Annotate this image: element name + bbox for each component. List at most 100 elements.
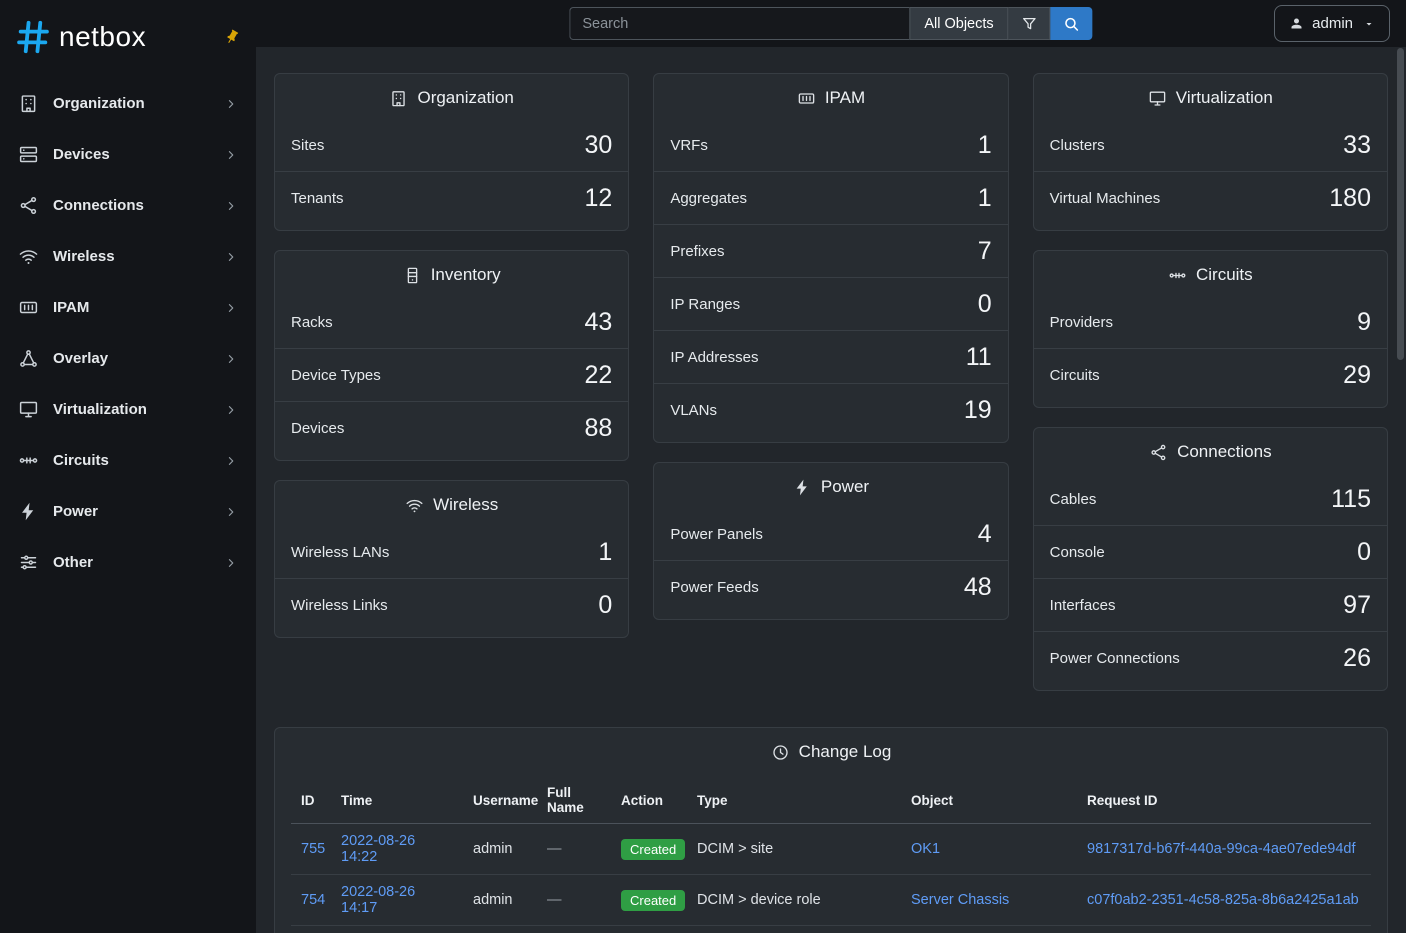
stat-row-tenants[interactable]: Tenants 12: [275, 171, 628, 224]
connections-icon: [18, 195, 39, 216]
stat-label: Tenants: [291, 190, 344, 207]
stat-row-power-connections[interactable]: Power Connections26: [1034, 631, 1387, 684]
cell-request-id: c07f0ab2-2351-4c58-825a-8b6a2425a1ab: [1077, 875, 1371, 926]
stat-value[interactable]: 115: [1331, 484, 1371, 514]
stat-row-console[interactable]: Console0: [1034, 525, 1387, 578]
stat-value[interactable]: 48: [964, 572, 992, 602]
stat-row-device-types[interactable]: Device Types22: [275, 348, 628, 401]
stat-row-sites[interactable]: Sites30: [275, 119, 628, 171]
stat-value[interactable]: 180: [1329, 183, 1371, 213]
stat-row-ip-ranges[interactable]: IP Ranges0: [654, 277, 1007, 330]
cell-request-id: 9817317d-b67f-440a-99ca-4ae07ede94df: [1077, 824, 1371, 875]
changelog-object-link[interactable]: Server Chassis: [911, 892, 1009, 908]
search-filter-button[interactable]: [1009, 7, 1051, 40]
stat-value[interactable]: 1: [598, 537, 612, 567]
stat-label: Circuits: [1050, 367, 1100, 384]
changelog-request-id-link[interactable]: 9817317d-b67f-440a-99ca-4ae07ede94df: [1087, 841, 1355, 857]
vertical-scrollbar[interactable]: [1397, 48, 1404, 360]
changelog-object-link[interactable]: OK1: [911, 841, 940, 857]
search-icon: [1063, 15, 1081, 33]
cell-full-name: —: [537, 875, 611, 926]
changelog-card: Change Log IDTimeUsernameFull NameAction…: [274, 727, 1388, 933]
search-submit-button[interactable]: [1051, 7, 1093, 40]
sidebar-item-label: Wireless: [53, 248, 210, 265]
search-scope-button[interactable]: All Objects: [909, 7, 1008, 40]
stat-row-racks[interactable]: Racks43: [275, 296, 628, 348]
stat-row-ip-addresses[interactable]: IP Addresses11: [654, 330, 1007, 383]
sidebar-item-circuits[interactable]: Circuits: [0, 435, 256, 486]
stat-row-prefixes[interactable]: Prefixes7: [654, 224, 1007, 277]
stat-row-clusters[interactable]: Clusters33: [1034, 119, 1387, 171]
sidebar-item-other[interactable]: Other: [0, 537, 256, 588]
changelog-time-link[interactable]: 2022-08-26 14:22: [341, 833, 415, 865]
stat-value[interactable]: 11: [966, 342, 992, 372]
sidebar-item-overlay[interactable]: Overlay: [0, 333, 256, 384]
sidebar-item-devices[interactable]: Devices: [0, 129, 256, 180]
changelog-time-link[interactable]: 2022-08-26 14:17: [341, 884, 415, 916]
pin-sidebar-icon[interactable]: [221, 26, 243, 48]
stat-value[interactable]: 97: [1343, 590, 1371, 620]
card-title: Wireless: [275, 481, 628, 526]
stat-row-power-feeds[interactable]: Power Feeds48: [654, 560, 1007, 613]
stat-value[interactable]: 0: [1357, 537, 1371, 567]
changelog-id-link[interactable]: 755: [301, 841, 325, 857]
brand-name[interactable]: netbox: [59, 21, 146, 53]
stat-row-virtual-machines[interactable]: Virtual Machines180: [1034, 171, 1387, 224]
global-search: All Objects: [569, 7, 1092, 40]
changelog-request-id-link[interactable]: c07f0ab2-2351-4c58-825a-8b6a2425a1ab: [1087, 892, 1359, 908]
action-badge: Created: [621, 839, 685, 860]
ipam-icon: [797, 89, 816, 108]
sidebar-item-wireless[interactable]: Wireless: [0, 231, 256, 282]
sidebar-item-organization[interactable]: Organization: [0, 78, 256, 129]
card-circuits: Circuits Providers9Circuits 29: [1033, 250, 1388, 408]
username: admin: [1312, 15, 1353, 32]
stat-row-interfaces[interactable]: Interfaces 97: [1034, 578, 1387, 631]
card-column-3: VirtualizationClusters33Virtual Machines…: [1033, 73, 1388, 691]
stat-value[interactable]: 26: [1343, 643, 1371, 673]
stat-value[interactable]: 43: [585, 307, 613, 337]
stat-row-aggregates[interactable]: Aggregates1: [654, 171, 1007, 224]
topbar: All Objects admin: [256, 0, 1406, 47]
stat-value[interactable]: 30: [585, 130, 613, 160]
sidebar-item-ipam[interactable]: IPAM: [0, 282, 256, 333]
netbox-logo-icon[interactable]: [14, 18, 52, 56]
cell-username: admin: [463, 824, 537, 875]
stat-value[interactable]: 12: [585, 183, 613, 213]
user-menu-button[interactable]: admin: [1274, 5, 1390, 42]
sidebar-item-power[interactable]: Power: [0, 486, 256, 537]
stat-value[interactable]: 19: [964, 395, 992, 425]
stat-value[interactable]: 22: [585, 360, 613, 390]
stat-value[interactable]: 1: [978, 183, 992, 213]
stat-row-providers[interactable]: Providers9: [1034, 296, 1387, 348]
stat-value[interactable]: 7: [978, 236, 992, 266]
connections-icon: [1149, 443, 1168, 462]
stat-row-vrfs[interactable]: VRFs1: [654, 119, 1007, 171]
stat-row-vlans[interactable]: VLANs19: [654, 383, 1007, 436]
stat-label: Interfaces: [1050, 597, 1116, 614]
building-icon: [18, 93, 39, 114]
cell-time: 2022-08-26 14:15: [331, 926, 463, 933]
cell-type: DCIM > device role: [687, 875, 901, 926]
stat-value[interactable]: 4: [978, 519, 992, 549]
changelog-id-link[interactable]: 754: [301, 892, 325, 908]
stat-value[interactable]: 29: [1343, 360, 1371, 390]
stat-value[interactable]: 1: [978, 130, 992, 160]
search-input[interactable]: [569, 7, 909, 40]
stat-row-wireless-links[interactable]: Wireless Links0: [275, 578, 628, 631]
stat-row-circuits[interactable]: Circuits 29: [1034, 348, 1387, 401]
sidebar-item-connections[interactable]: Connections: [0, 180, 256, 231]
circuits-icon: [18, 450, 39, 471]
stat-value[interactable]: 0: [978, 289, 992, 319]
stat-value[interactable]: 9: [1357, 307, 1371, 337]
card-title-text: Inventory: [431, 265, 501, 285]
stat-row-wireless-lans[interactable]: Wireless LANs1: [275, 526, 628, 578]
card-virtualization: VirtualizationClusters33Virtual Machines…: [1033, 73, 1388, 231]
sidebar-item-virtualization[interactable]: Virtualization: [0, 384, 256, 435]
stat-value[interactable]: 0: [598, 590, 612, 620]
stat-row-cables[interactable]: Cables115: [1034, 473, 1387, 525]
stat-value[interactable]: 33: [1343, 130, 1371, 160]
stat-row-power-panels[interactable]: Power Panels4: [654, 508, 1007, 560]
stat-value[interactable]: 88: [585, 413, 613, 443]
cell-time: 2022-08-26 14:22: [331, 824, 463, 875]
stat-row-devices[interactable]: Devices88: [275, 401, 628, 454]
